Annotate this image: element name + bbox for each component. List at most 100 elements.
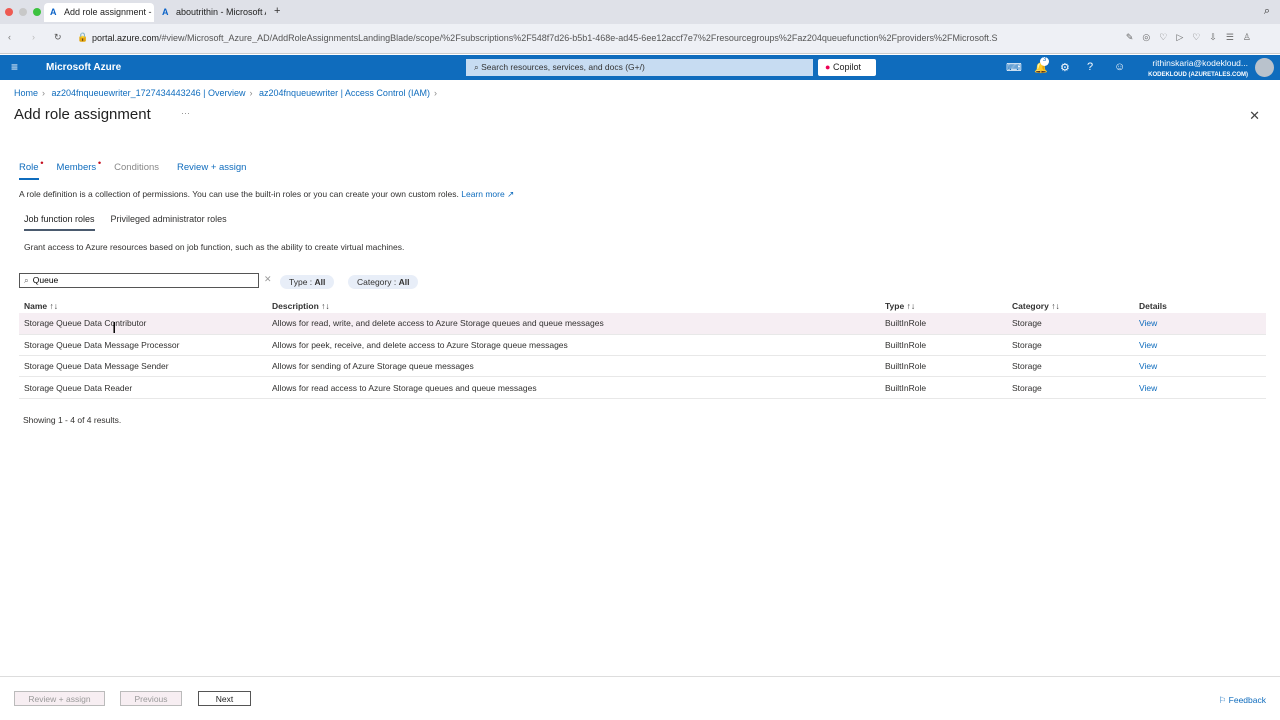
avatar[interactable]	[1255, 58, 1274, 77]
learn-more-link[interactable]: Learn more	[461, 189, 504, 199]
table-row[interactable]: Storage Queue Data Message Processor Allo…	[19, 334, 1266, 357]
more-icon[interactable]: ···	[181, 108, 190, 118]
table-cell: Storage	[1007, 355, 1134, 378]
breadcrumb-overview[interactable]: az204fnqueuewriter_1727434443246 | Overv…	[52, 88, 246, 98]
tab-review-assign[interactable]: Review + assign	[177, 162, 246, 180]
breadcrumb: Home › az204fnqueuewriter_1727434443246 |…	[14, 88, 437, 98]
role-intro: A role definition is a collection of per…	[19, 189, 515, 199]
role-type: BuiltInRole	[885, 382, 927, 393]
browser-tab-bar: A Add role assignment - M Aaboutrithin - …	[0, 0, 1280, 24]
roles-table: Name ↑↓ Description ↑↓ Type ↑↓ Category …	[19, 298, 1266, 399]
view-details-link[interactable]: View	[1139, 361, 1157, 371]
tab-role[interactable]: Role •	[19, 158, 44, 180]
clear-search-icon[interactable]: ✕	[264, 274, 272, 285]
column-type[interactable]: Type ↑↓	[880, 298, 1007, 313]
extension-icons[interactable]: ✎◎♡▷♡⇩☰♙	[1126, 32, 1260, 43]
help-icon[interactable]: ?	[1087, 61, 1093, 73]
table-cell: Allows for read, write, and delete acces…	[267, 313, 880, 335]
role-description: Allows for read access to Azure Storage …	[272, 382, 537, 393]
tab-conditions[interactable]: Conditions	[114, 162, 159, 180]
role-description: Allows for peek, receive, and delete acc…	[272, 339, 568, 350]
table-cell: BuiltInRole	[880, 313, 1007, 335]
table-row[interactable]: Storage Queue Data Reader Allows for read…	[19, 376, 1266, 399]
table-cell: BuiltInRole	[880, 376, 1007, 399]
reload-icon[interactable]: ↻	[54, 32, 62, 43]
column-name[interactable]: Name ↑↓	[19, 298, 267, 313]
wizard-steps: Role • Members • Conditions Review + assig…	[19, 158, 264, 180]
menu-icon[interactable]: ≡	[11, 60, 18, 74]
table-cell: BuiltInRole	[880, 334, 1007, 357]
table-cell: Storage Queue Data Reader	[19, 376, 267, 399]
tab-privileged-roles[interactable]: Privileged administrator roles	[111, 214, 227, 231]
table-row[interactable]: Storage Queue Data Contributor Allows for…	[19, 313, 1266, 335]
type-filter[interactable]: Type : All	[280, 275, 335, 289]
role-category: Storage	[1012, 382, 1042, 393]
portal-search[interactable]: ⌕ Search resources, services, and docs (…	[466, 59, 813, 76]
azure-icon: A	[50, 7, 57, 17]
feedback-icon: ⚐	[1218, 695, 1229, 705]
account-menu[interactable]: rithinskaria@kodekloud... KODEKLOUD (AZUR…	[1148, 58, 1248, 80]
next-button[interactable]: Next	[198, 691, 251, 706]
feedback-icon[interactable]: ☺	[1114, 61, 1125, 73]
subtab-description: Grant access to Azure resources based on…	[24, 242, 405, 252]
role-category: Storage	[1012, 318, 1042, 329]
minimize-window-button[interactable]	[19, 8, 27, 16]
table-cell: View	[1134, 376, 1266, 399]
role-name: Storage Queue Data Reader	[24, 382, 133, 393]
table-cell: Allows for sending of Azure Storage queu…	[267, 355, 880, 378]
footer: Review + assign Previous Next ⚐ Feedback	[0, 676, 1280, 720]
url-field[interactable]: portal.azure.com/#view/Microsoft_Azure_A…	[92, 33, 1092, 43]
role-description: Allows for sending of Azure Storage queu…	[272, 361, 474, 372]
notifications-badge: 3	[1040, 57, 1049, 66]
table-cell: Storage Queue Data Message Processor	[19, 334, 267, 357]
role-category: Storage	[1012, 339, 1042, 350]
browser-tab[interactable]: Aaboutrithin - Microsoft A	[156, 3, 266, 22]
breadcrumb-home[interactable]: Home	[14, 88, 38, 98]
page-title: Add role assignment	[14, 106, 151, 123]
search-icon: ⌕	[24, 275, 29, 285]
role-search-input[interactable]: ⌕	[19, 273, 259, 288]
table-cell: BuiltInRole	[880, 355, 1007, 378]
role-type: BuiltInRole	[885, 361, 927, 372]
copilot-icon: ●	[825, 62, 831, 72]
back-icon[interactable]: ‹	[8, 32, 11, 42]
feedback-link[interactable]: ⚐ Feedback	[1219, 695, 1266, 706]
browser-tab-active[interactable]: A Add role assignment - M	[44, 3, 154, 22]
maximize-window-button[interactable]	[33, 8, 41, 16]
address-bar: ‹ › ↻ 🔒 portal.azure.com/#view/Microsoft…	[0, 24, 1280, 54]
table-row[interactable]: Storage Queue Data Message Sender Allows …	[19, 355, 1266, 378]
role-type: BuiltInRole	[885, 339, 927, 350]
table-cell: Allows for read access to Azure Storage …	[267, 376, 880, 399]
copilot-button[interactable]: ● Copilot	[818, 59, 876, 76]
breadcrumb-iam[interactable]: az204fnqueuewriter | Access Control (IAM…	[259, 88, 430, 98]
role-search-field[interactable]	[32, 275, 233, 285]
table-cell: Storage	[1007, 334, 1134, 357]
view-details-link[interactable]: View	[1139, 318, 1157, 328]
search-icon[interactable]: ⌕	[1264, 5, 1270, 18]
table-cell: Storage Queue Data Contributor	[19, 313, 267, 335]
tab-members[interactable]: Members •	[57, 158, 102, 180]
settings-icon[interactable]: ⚙	[1060, 61, 1070, 74]
results-count: Showing 1 - 4 of 4 results.	[23, 415, 122, 425]
table-cell: View	[1134, 334, 1266, 357]
new-tab-button[interactable]: +	[274, 5, 280, 17]
table-cell: Storage Queue Data Message Sender	[19, 355, 267, 378]
category-filter[interactable]: Category : All	[348, 275, 419, 289]
cloud-shell-icon[interactable]: ⌨	[1006, 61, 1022, 74]
column-description[interactable]: Description ↑↓	[267, 298, 880, 313]
text-cursor-icon: I	[112, 320, 117, 337]
column-category[interactable]: Category ↑↓	[1007, 298, 1134, 313]
view-details-link[interactable]: View	[1139, 340, 1157, 350]
brand[interactable]: Microsoft Azure	[46, 62, 121, 73]
table-cell: Storage	[1007, 313, 1134, 335]
close-icon[interactable]: ✕	[1249, 108, 1260, 124]
review-assign-button[interactable]: Review + assign	[14, 691, 105, 706]
azure-icon: A	[162, 7, 169, 17]
tab-job-function-roles[interactable]: Job function roles	[24, 214, 95, 231]
portal-top-bar: ≡ Microsoft Azure ⌕ Search resources, se…	[0, 55, 1280, 80]
view-details-link[interactable]: View	[1139, 383, 1157, 393]
previous-button[interactable]: Previous	[120, 691, 182, 706]
close-window-button[interactable]	[5, 8, 13, 16]
forward-icon[interactable]: ›	[32, 32, 35, 42]
table-cell: View	[1134, 355, 1266, 378]
